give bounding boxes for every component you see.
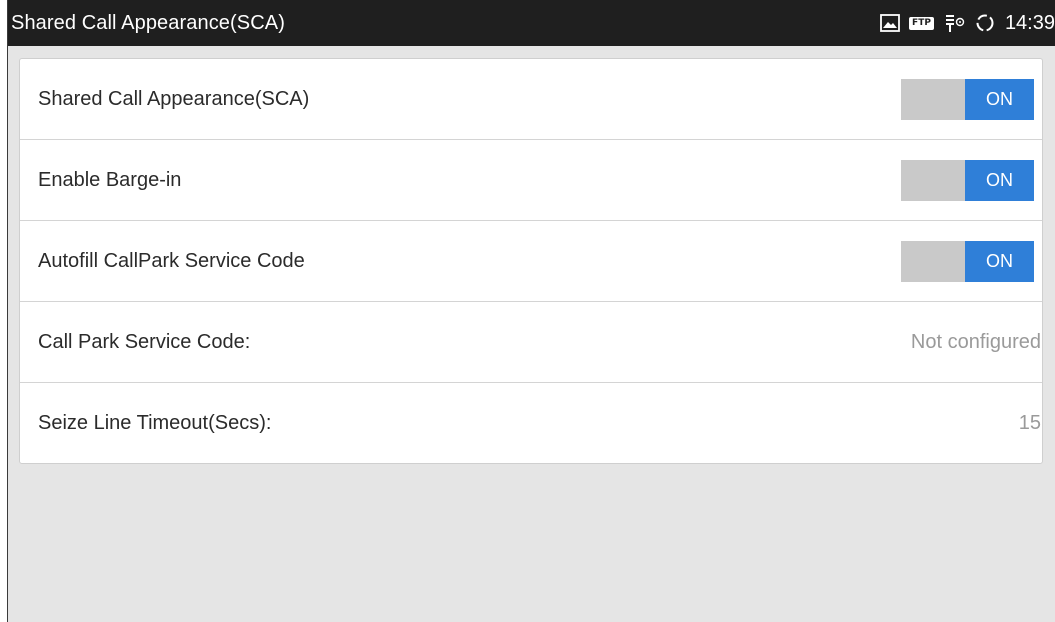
setting-label-barge-in: Enable Barge-in <box>38 168 182 191</box>
setting-row-seize-line-timeout[interactable]: Seize Line Timeout(Secs): 15 <box>20 383 1042 463</box>
toggle-track <box>901 78 965 120</box>
status-icons: FTP 14:39 <box>880 12 1055 35</box>
setting-label-call-park-code: Call Park Service Code: <box>38 330 251 353</box>
clock: 14:39 <box>1004 11 1055 34</box>
sync-icon <box>974 12 996 34</box>
image-icon <box>880 14 900 32</box>
setting-row-call-park-code[interactable]: Call Park Service Code: Not configured <box>20 302 1042 383</box>
screen-title: Shared Call Appearance(SCA) <box>11 11 285 34</box>
toggle-state: ON <box>965 78 1034 120</box>
settings-card: Shared Call Appearance(SCA) ON Enable Ba… <box>19 58 1043 464</box>
toggle-state: ON <box>965 159 1034 201</box>
setting-row-sca[interactable]: Shared Call Appearance(SCA) ON <box>20 59 1042 140</box>
screen: Shared Call Appearance(SCA) FTP 14:39 Sh… <box>7 0 1055 622</box>
sca-toggle[interactable]: ON <box>901 78 1034 120</box>
ftp-icon: FTP <box>909 16 934 30</box>
setting-row-barge-in[interactable]: Enable Barge-in ON <box>20 140 1042 221</box>
toggle-track <box>901 240 965 282</box>
usb-debug-icon <box>943 12 965 34</box>
toggle-track <box>901 159 965 201</box>
setting-row-autofill-callpark[interactable]: Autofill CallPark Service Code ON <box>20 221 1042 302</box>
barge-in-toggle[interactable]: ON <box>901 159 1034 201</box>
autofill-callpark-toggle[interactable]: ON <box>901 240 1034 282</box>
setting-label-autofill-callpark: Autofill CallPark Service Code <box>38 249 305 272</box>
setting-label-sca: Shared Call Appearance(SCA) <box>38 87 310 110</box>
status-bar: Shared Call Appearance(SCA) FTP 14:39 <box>8 0 1055 46</box>
toggle-state: ON <box>965 240 1034 282</box>
seize-line-timeout-value: 15 <box>1018 411 1041 434</box>
ftp-label: FTP <box>909 16 934 30</box>
call-park-code-value: Not configured <box>910 330 1041 353</box>
setting-label-seize-line-timeout: Seize Line Timeout(Secs): <box>38 411 272 434</box>
